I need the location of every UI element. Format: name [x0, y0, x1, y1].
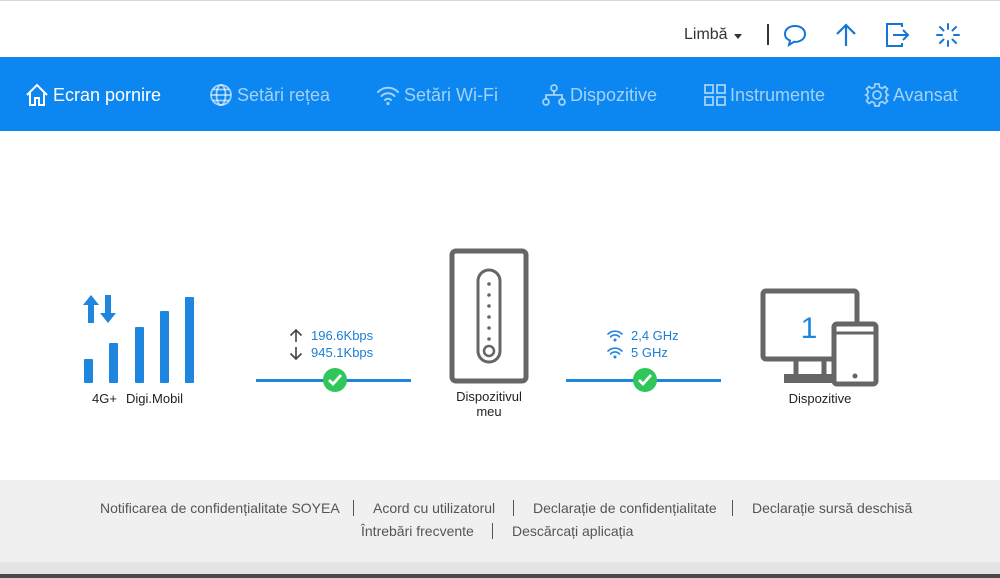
wifi-5-label: 5 GHz [631, 345, 668, 360]
nav-item-tools[interactable]: Instrumente [703, 82, 825, 108]
upload-icon[interactable] [833, 22, 859, 48]
language-selector[interactable]: Limbă [684, 26, 742, 44]
arrow-up-icon [289, 328, 303, 342]
footer-divider [513, 500, 514, 516]
wifi-band-5: 5 GHz [607, 345, 668, 360]
operator-label: Digi.Mobil [126, 391, 184, 406]
gear-icon [864, 83, 890, 107]
link-download-app[interactable]: Descărcați aplicația [512, 523, 633, 539]
nav-item-label: Setări Wi-Fi [404, 84, 498, 105]
wan-status-check-icon [323, 368, 347, 392]
nav-item-devices[interactable]: Dispozitive [541, 82, 657, 108]
connected-devices-icon[interactable]: 1 [760, 288, 880, 388]
router-icon[interactable] [449, 248, 529, 384]
footer-divider [353, 500, 354, 516]
home-icon [26, 83, 48, 106]
network-type-label: 4G+ [92, 391, 117, 406]
bottom-strip [0, 574, 1000, 578]
download-rate-value: 945.1Kbps [311, 345, 374, 360]
wifi-24-label: 2,4 GHz [631, 328, 679, 343]
link-privacy-notice[interactable]: Notificarea de confidențialitate SOYEA [100, 500, 340, 516]
wifi-icon [607, 330, 623, 342]
loading-icon [936, 23, 960, 47]
link-open-source[interactable]: Declarație sursă deschisă [752, 500, 912, 516]
nav-item-network-settings[interactable]: Setări rețea [208, 82, 330, 108]
divider [767, 24, 769, 45]
nav-item-wifi-settings[interactable]: Setări Wi-Fi [375, 82, 498, 108]
lan-status-check-icon [633, 368, 657, 392]
link-privacy-statement[interactable]: Declarație de confidențialitate [533, 500, 717, 516]
connected-count: 1 [800, 312, 818, 345]
nav-item-advanced[interactable]: Avansat [864, 82, 958, 108]
footer: Notificarea de confidențialitate SOYEA A… [0, 480, 1000, 562]
link-user-agreement[interactable]: Acord cu utilizatorul [373, 500, 495, 516]
nav-item-label: Setări rețea [237, 84, 331, 105]
language-label: Limbă [684, 26, 728, 43]
logout-icon[interactable] [884, 22, 910, 48]
link-faq[interactable]: Întrebări frecvente [361, 523, 474, 539]
footer-divider [732, 500, 733, 516]
wifi-icon [377, 86, 399, 106]
my-device-label[interactable]: Dispozitivul meu [448, 389, 530, 419]
top-bar: Limbă [0, 0, 1000, 57]
footer-divider [492, 523, 493, 539]
nav-item-home[interactable]: Ecran pornire [24, 82, 161, 108]
upload-rate: 196.6Kbps [289, 328, 373, 343]
nav-item-label: Avansat [893, 84, 958, 105]
main-nav: Ecran pornire Setări rețea Setări Wi-Fi [0, 57, 1000, 131]
network-icon [542, 84, 566, 106]
nav-item-label: Dispozitive [570, 84, 658, 105]
status-panel: 4G+ Digi.Mobil 196.6Kbps 945.1Kbps Dispo… [0, 131, 1000, 480]
connected-devices-label[interactable]: Dispozitive [780, 391, 860, 406]
chat-icon[interactable] [782, 22, 808, 48]
chevron-down-icon [733, 33, 742, 39]
wifi-band-24: 2,4 GHz [607, 328, 679, 343]
nav-item-label: Ecran pornire [53, 84, 162, 105]
globe-icon [210, 84, 232, 106]
upload-rate-value: 196.6Kbps [311, 328, 374, 343]
signal-strength-icon [83, 295, 194, 383]
wifi-icon [607, 347, 623, 359]
arrow-down-icon [289, 346, 303, 360]
nav-item-label: Instrumente [730, 84, 826, 105]
download-rate: 945.1Kbps [289, 345, 373, 360]
grid-icon [704, 84, 726, 106]
